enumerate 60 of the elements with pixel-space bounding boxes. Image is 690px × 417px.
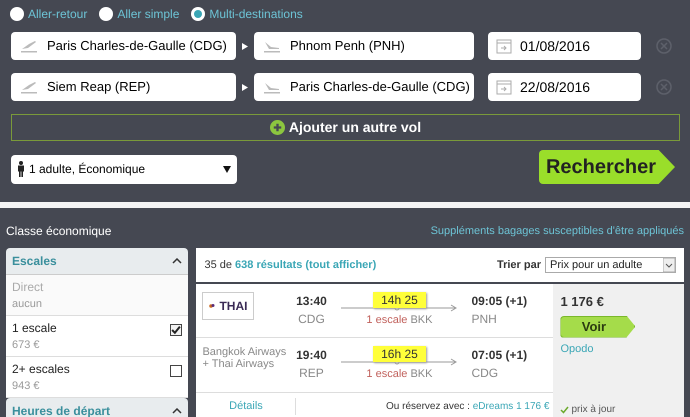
filter-option-price: 943 € [12,379,41,394]
radio-button[interactable] [10,7,24,21]
duration-badge: 16h 25 [373,346,426,362]
airline-logo: THAI [202,292,254,320]
filter-option-price: 673 € [12,338,41,353]
arrival-airport: CDG [471,365,500,382]
price: 1 176 € [560,293,605,311]
baggage-link[interactable]: Suppléments bagages susceptibles d'être appliqués [430,222,684,240]
calendar-icon [496,38,512,54]
add-flight-button[interactable]: Ajouter un autre vol [11,114,680,141]
departure-airport: REP [298,365,325,382]
alt-booking-label: Ou réservez avec : [386,401,470,412]
checked-checkbox[interactable] [170,324,182,336]
passenger-select[interactable]: 1 adulte, Économique [11,154,237,184]
plus-icon [270,120,285,135]
filter-option-row[interactable]: 2+ escales 943 € [6,357,188,398]
dropdown-caret-icon [223,166,231,172]
trip-type-label[interactable]: Aller-retour [28,5,88,23]
arrival-airport: PNH [471,311,498,328]
checkbox[interactable] [170,365,182,377]
arrival-time: 09:05 (+1) [471,293,528,310]
route-arrow-icon [339,304,460,312]
filter-option-row[interactable]: 1 escale 673 € [6,316,188,357]
arrow-icon [242,42,248,50]
route-arrow-icon [339,358,460,366]
dropdown-caret-icon [663,258,675,272]
departure-time: 13:40 [295,293,328,310]
duration-badge: 14h 25 [373,292,426,308]
search-button[interactable]: Rechercher [539,150,675,184]
filter-option-price: aucun [12,297,43,312]
arrival-time: 07:05 (+1) [471,347,528,364]
cabin-class-title: Classe économique [6,223,112,240]
sort-select[interactable]: Prix pour un adulte [545,257,676,273]
destination-field[interactable]: Paris Charles-de-Gaulle (CDG) [254,73,474,101]
takeoff-plane-icon [19,38,39,54]
origin-field[interactable]: Paris Charles-de-Gaulle (CDG) [11,32,236,60]
date-field[interactable]: 22/08/2016 [488,73,641,101]
sort-label: Trier par [496,258,541,273]
filter-option-label[interactable]: 2+ escales [12,360,70,378]
radio-button[interactable] [99,7,114,21]
date-field[interactable]: 01/08/2016 [488,32,641,60]
departure-airport: CDG [297,311,326,328]
price-status: prix à jour [560,402,677,417]
airline-name: Bangkok Airways + Thai Airways [202,346,288,370]
trip-type-label[interactable]: Aller simple [117,5,180,23]
origin-field[interactable]: Siem Reap (REP) [11,73,236,101]
stops-text: 1 escale BKK [366,367,432,382]
destination-field[interactable]: Phnom Penh (PNH) [254,32,474,60]
check-icon [560,406,570,414]
view-button[interactable]: Voir [560,316,636,338]
stops-text: 1 escale BKK [366,313,432,328]
radio-button[interactable] [191,7,206,21]
filter-option-label[interactable]: 1 escale [12,319,57,337]
departure-time: 19:40 [295,347,328,364]
takeoff-plane-icon [19,79,39,95]
person-icon [17,161,25,177]
calendar-icon [496,79,512,95]
results-count: 35 de [204,258,232,271]
arrow-icon [242,84,248,90]
trip-type-label[interactable]: Multi-destinations [209,5,303,23]
